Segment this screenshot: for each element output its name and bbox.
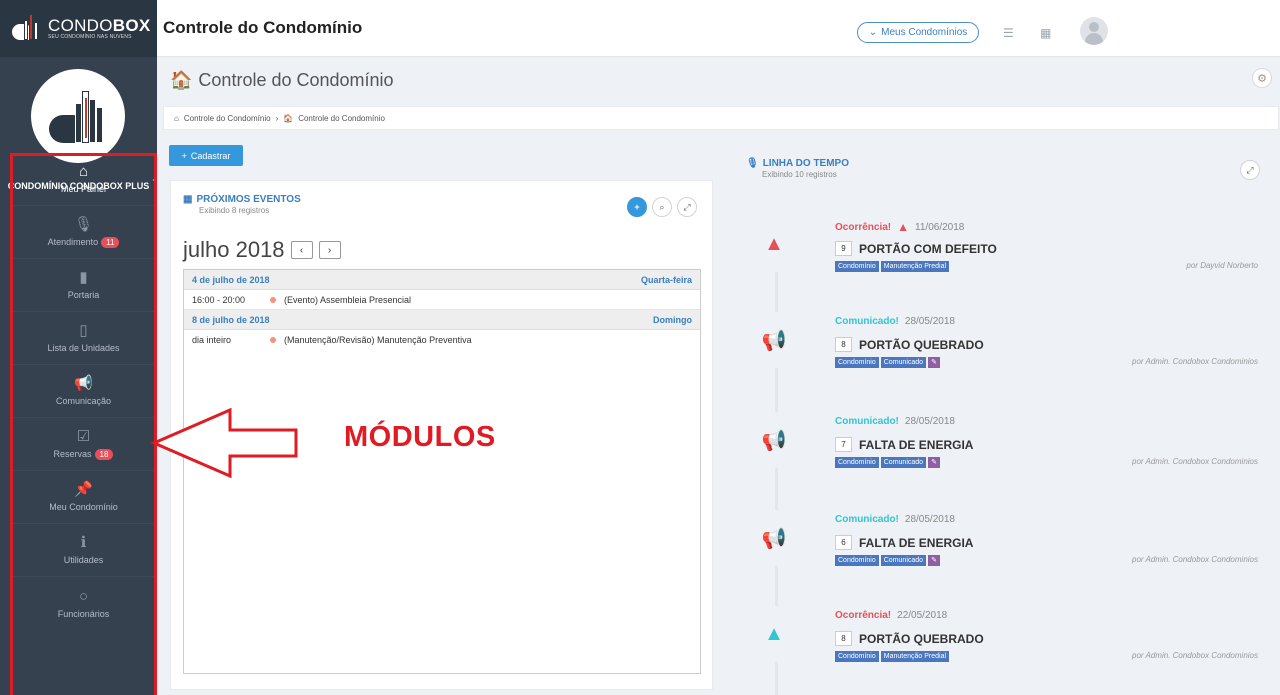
brand-name-light: CONDO <box>48 16 113 35</box>
sidebar-item-atendimento[interactable]: 🎙 Atendimento 11 <box>10 206 157 259</box>
sidebar-item-label: Meu Painel <box>60 184 107 194</box>
brand-tagline: SEU CONDOMÍNIO NAS NUVENS <box>48 34 132 40</box>
condobox-logo-icon <box>12 13 42 42</box>
fire-extinguisher-icon: ▲ <box>746 216 802 272</box>
event-dot-icon <box>270 296 276 303</box>
events-subtitle: Exibindo 8 registros <box>199 206 270 215</box>
sidebar-item-comunicacao[interactable]: 📢 Comunicação <box>10 365 157 418</box>
reservas-badge: 18 <box>94 448 114 460</box>
modules-annotation-label: MÓDULOS <box>344 421 496 453</box>
brand-name-bold: BOX <box>112 16 151 35</box>
sidebar-item-utilidades[interactable]: ℹ Utilidades <box>10 524 157 577</box>
home-icon: 🏠 <box>283 113 294 123</box>
condo-logo <box>31 69 125 163</box>
calendar-check-icon: ☑ <box>76 427 91 445</box>
event-dot-icon <box>270 337 276 343</box>
sidebar-item-label: Comunicação <box>55 396 112 406</box>
sidebar-item-portaria[interactable]: ▮ Portaria <box>10 259 157 312</box>
megaphone-icon: 📢 <box>746 412 802 468</box>
timeline-subtitle: Exibindo 10 registros <box>762 170 837 179</box>
microphone-icon: 🎙 <box>746 158 759 169</box>
tag-icon[interactable]: ✎ <box>928 357 940 368</box>
timeline-item[interactable]: 📢 Comunicado! 28/05/2018 6 FALTA DE ENERGI… <box>746 497 1264 595</box>
fire-extinguisher-icon: ▲ <box>746 606 802 662</box>
list-item[interactable]: dia inteiro (Manutenção/Revisão) Manuten… <box>184 330 700 350</box>
plus-icon: + <box>181 150 187 161</box>
next-month-button[interactable]: › <box>318 241 341 259</box>
atendimento-badge: 11 <box>101 236 120 248</box>
microphone-icon: 🎙 <box>73 215 94 233</box>
sidebar-item-funcionarios[interactable]: ○ Funcionários <box>10 577 157 630</box>
megaphone-icon: 📢 <box>74 375 93 392</box>
megaphone-icon: 📢 <box>746 312 802 368</box>
info-icon: ℹ <box>80 534 87 551</box>
page-title: 🏠 Controle do Condomínio <box>170 70 394 90</box>
sidebar-item-label: Meu Condomínio <box>49 502 118 512</box>
timeline-item[interactable]: ▲ Ocorrência! 22/05/2018 8 PORTÃO QUEBRADO… <box>746 593 1264 691</box>
breadcrumb-item[interactable]: Controle do Condomínio <box>184 114 271 123</box>
tag-icon[interactable]: ✎ <box>928 457 940 468</box>
timeline-item[interactable]: 📢 Comunicado! 28/05/2018 7 FALTA DE ENERGI… <box>746 399 1264 497</box>
sidebar-item-label: Reservas <box>53 448 92 459</box>
circle-icon: ○ <box>78 587 89 605</box>
list-icon[interactable]: ☰ <box>1003 26 1014 40</box>
expand-icon[interactable]: ⤢ <box>677 197 697 217</box>
sidebar-item-label: Funcionários <box>57 608 110 619</box>
meus-condominios-label: Meus Condomínios <box>881 27 968 38</box>
month-title: julho 2018 <box>183 237 285 262</box>
timeline-title: LINHA DO TEMPO <box>762 158 849 169</box>
timeline-item[interactable]: ▲ Ocorrência! ▲ 11/06/2018 9 PORTÃO COM DEF… <box>746 203 1264 301</box>
cadastrar-button[interactable]: + Cadastrar <box>169 145 243 166</box>
meus-condominios-button[interactable]: ⌄ Meus Condomínios <box>857 22 979 43</box>
add-event-button[interactable]: + <box>627 197 647 217</box>
building-icon: ▯ <box>79 322 88 339</box>
calendar-icon[interactable]: ▦ <box>1040 26 1051 40</box>
timeline-item[interactable]: 📢 Comunicado! 28/05/2018 8 PORTÃO QUEBRADO… <box>746 299 1264 397</box>
breadcrumb-separator-icon: › <box>275 113 279 123</box>
prev-month-button[interactable]: ‹ <box>290 241 313 259</box>
events-title: PRÓXIMOS EVENTOS <box>196 194 301 205</box>
app-title: Controle do Condomínio <box>163 18 363 37</box>
megaphone-icon: 📢 <box>746 510 802 566</box>
home-icon: 🏠 <box>170 70 193 90</box>
sidebar-item-meu-condominio[interactable]: 📌 Meu Condomínio <box>10 471 157 524</box>
avatar[interactable] <box>1080 17 1108 45</box>
top-bar: CONDOBOX SEU CONDOMÍNIO NAS NUVENS Contr… <box>0 0 1280 57</box>
expand-icon[interactable]: ⤢ <box>1240 160 1260 180</box>
sidebar-item-label: Atendimento <box>47 236 99 247</box>
home-icon: ⌂ <box>78 163 89 180</box>
annotation-arrow-icon <box>150 408 298 478</box>
sidebar-item-label: Utilidades <box>63 555 104 565</box>
modules-menu: ⌂ Meu Painel 🎙 Atendimento 11 ▮ Portaria … <box>10 153 158 638</box>
tag-icon[interactable]: ✎ <box>928 555 940 566</box>
chevron-down-icon: ⌄ <box>868 27 878 38</box>
breadcrumb-item[interactable]: Controle do Condomínio <box>298 114 385 123</box>
sidebar-item-lista-de-unidades[interactable]: ▯ Lista de Unidades <box>10 312 157 365</box>
sidebar-item-reservas[interactable]: ☑ Reservas 18 <box>10 418 157 471</box>
warning-icon: ▲ <box>897 220 910 234</box>
breadcrumb: ⌂ Controle do Condomínio › 🏠 Controle do… <box>163 106 1279 130</box>
gear-icon[interactable]: ⚙ <box>1252 68 1272 88</box>
calendar-icon: ▦ <box>183 194 193 205</box>
list-item[interactable]: 16:00 - 20:00 (Evento) Assembleia Presen… <box>184 290 700 310</box>
pin-icon: 📌 <box>74 481 93 498</box>
sidebar-item-meu-painel[interactable]: ⌂ Meu Painel <box>10 153 158 206</box>
event-day-header: 8 de julho de 2018 Domingo <box>184 310 700 330</box>
sidebar-item-label: Lista de Unidades <box>47 343 120 353</box>
search-icon[interactable]: ⌕ <box>652 197 672 217</box>
home-icon: ⌂ <box>174 113 179 123</box>
sidebar-item-label: Portaria <box>67 290 100 300</box>
brand-logo[interactable]: CONDOBOX SEU CONDOMÍNIO NAS NUVENS <box>0 0 157 57</box>
door-icon: ▮ <box>79 269 88 286</box>
event-day-header: 4 de julho de 2018 Quarta-feira <box>184 270 700 290</box>
